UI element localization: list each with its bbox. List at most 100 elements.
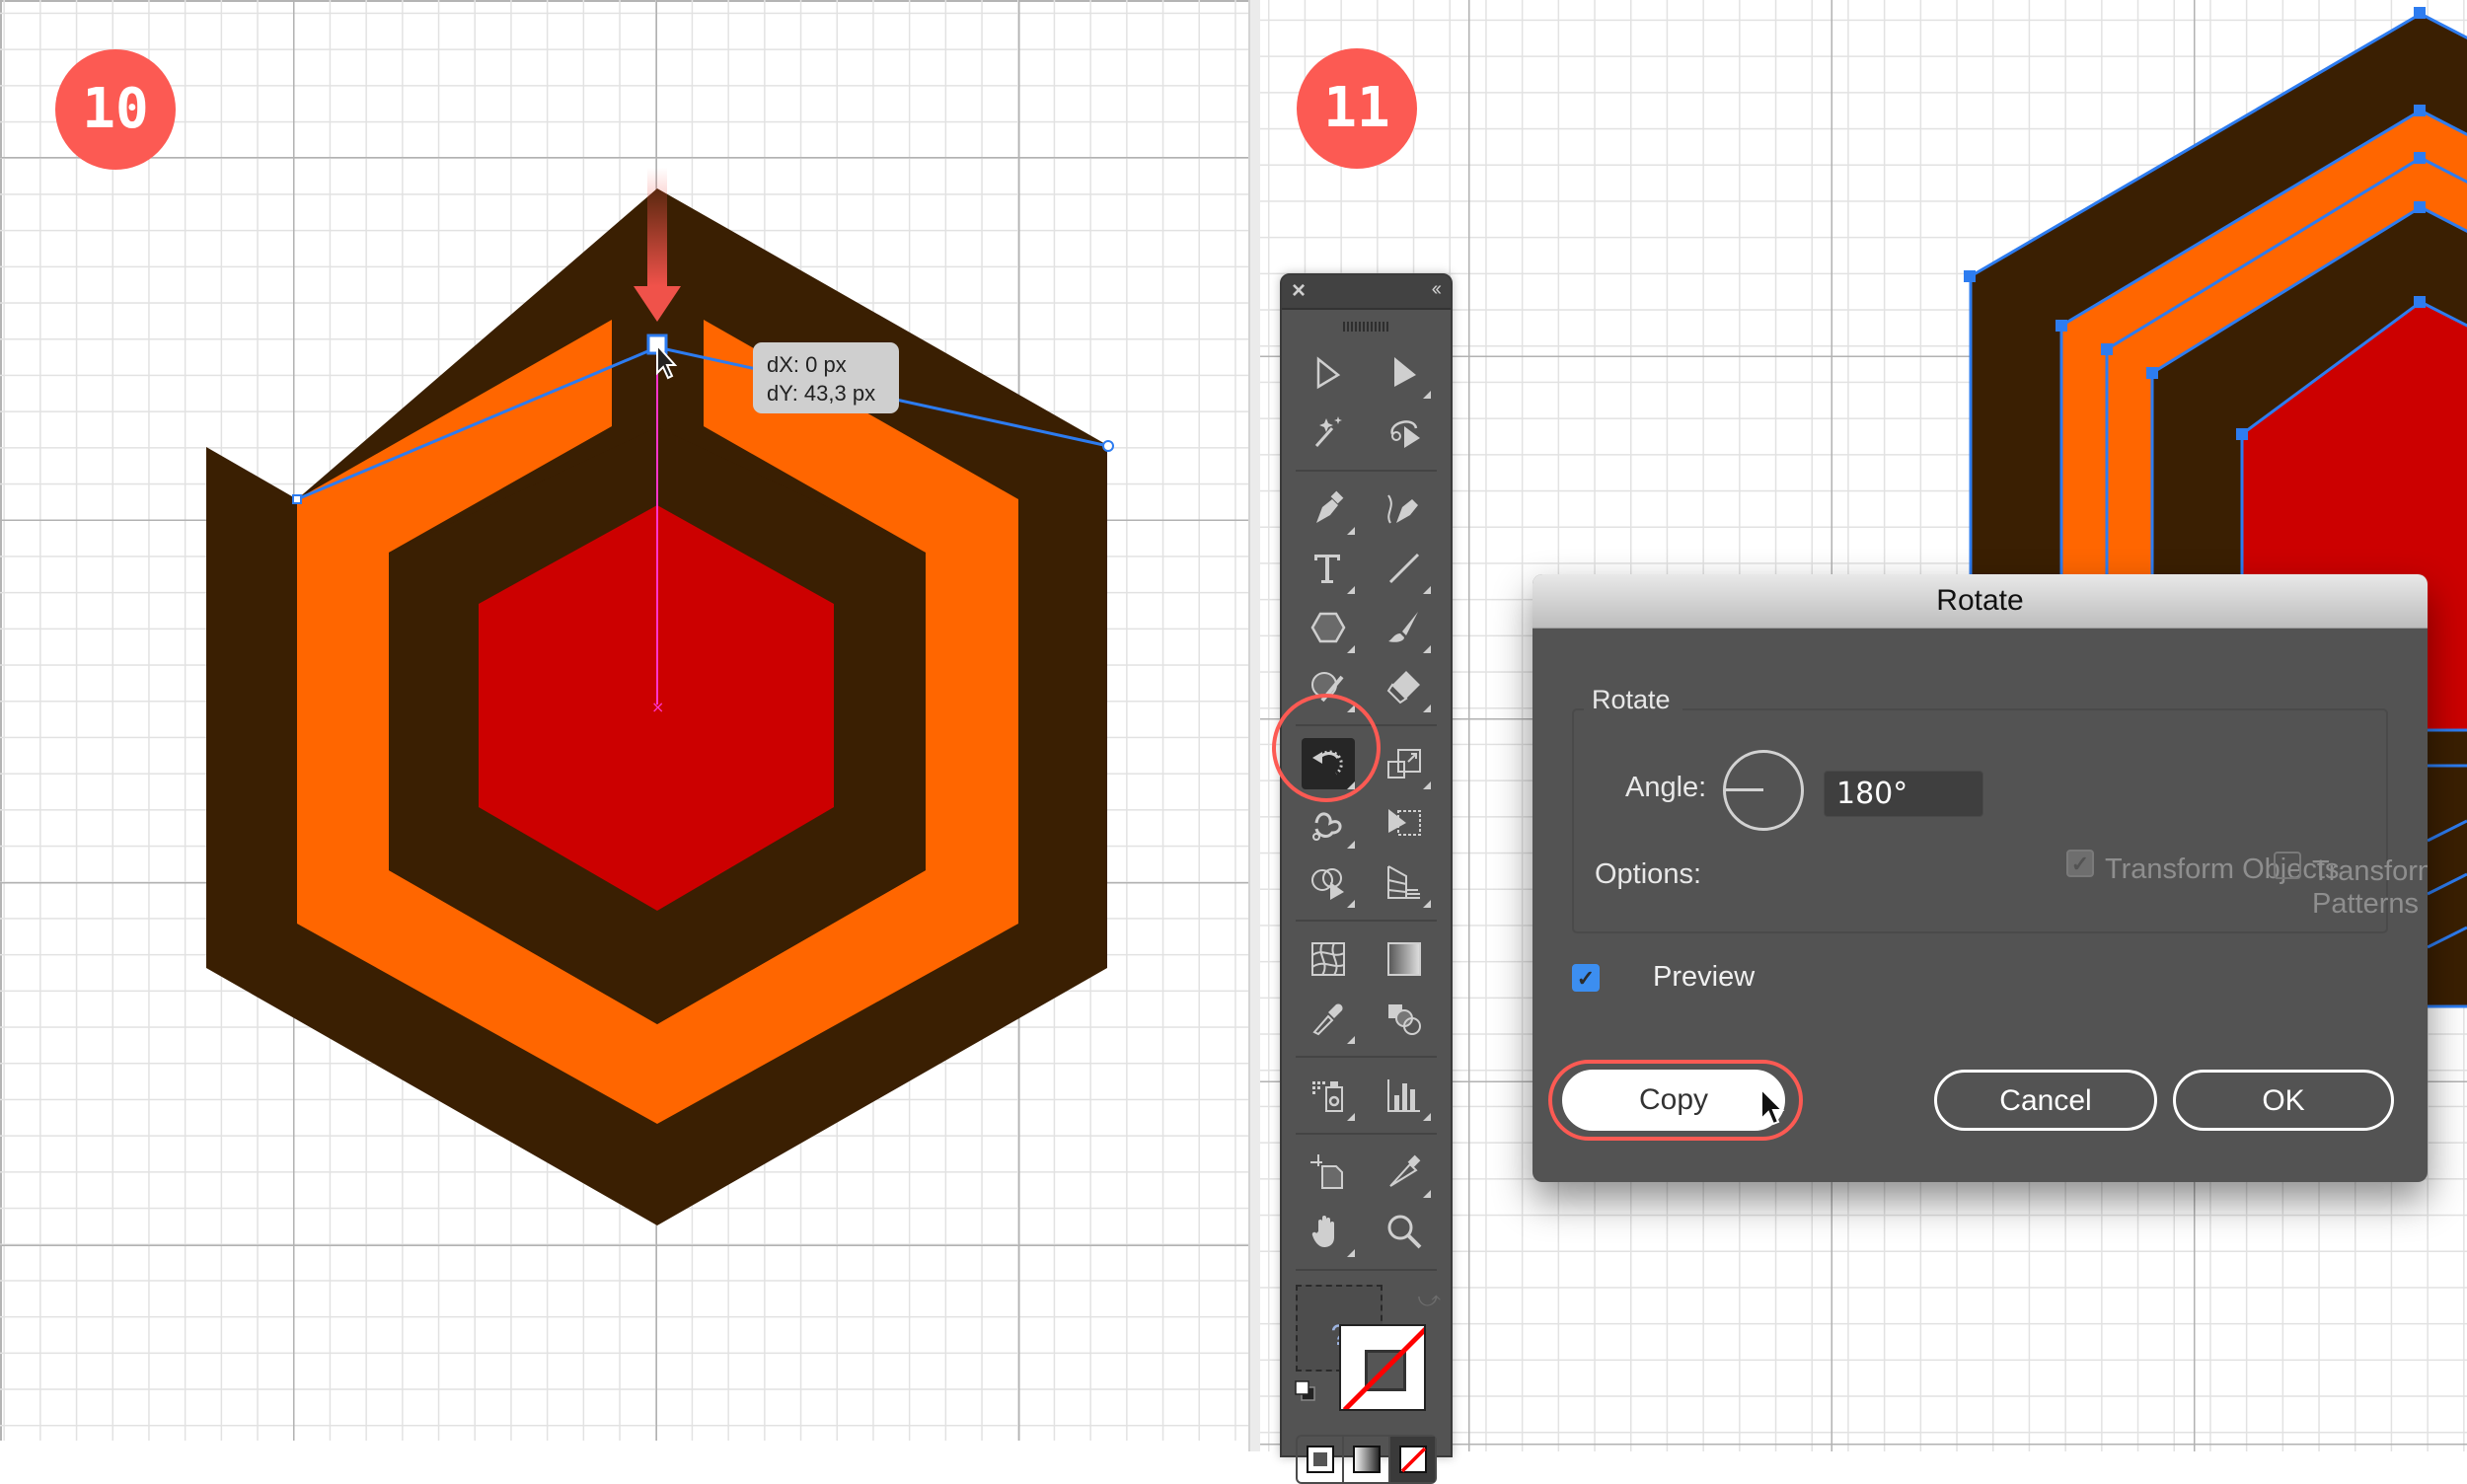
separator [1296,1056,1437,1058]
solid-color-icon [1306,1446,1334,1473]
magic-wand-icon [1314,416,1342,447]
drag-handle[interactable] [1342,322,1390,332]
gradient-mode-button[interactable] [1344,1437,1390,1482]
magnifier-icon [1387,1215,1422,1249]
copy-button[interactable]: Copy [1562,1070,1785,1131]
dialog-title[interactable]: Rotate [1533,574,2428,629]
rotate-dialog: Rotate Rotate Angle: Options: ✓ Transfor… [1533,574,2428,1182]
column-graph-icon [1387,1079,1420,1112]
type-tool[interactable] [1302,543,1355,594]
hexagon-icon [1310,612,1346,643]
perspective-grid-tool[interactable] [1378,856,1431,908]
curvature-tool[interactable] [1378,483,1431,535]
mesh-tool[interactable] [1302,933,1355,985]
slice-tool[interactable] [1378,1147,1431,1198]
collapse-icon[interactable]: ‹‹ [1432,278,1442,301]
transform-objects-label: Transform Objects [2105,853,2340,885]
magic-wand-tool[interactable] [1302,407,1355,458]
artboard-tool[interactable] [1302,1147,1355,1198]
polygon-tool[interactable] [1302,602,1355,653]
line-segment-tool[interactable] [1378,543,1431,594]
transform-objects-checkbox[interactable]: ✓ [2066,850,2094,877]
mouse-cursor-icon [1760,1087,1785,1126]
lasso-tool[interactable] [1378,407,1431,458]
gradient-swatch-icon [1352,1446,1381,1473]
free-transform-tool[interactable] [1378,797,1431,849]
gradient-tool[interactable] [1378,933,1431,985]
column-graph-tool[interactable] [1378,1070,1431,1121]
scale-icon [1387,749,1421,779]
lasso-icon [1390,420,1420,448]
rotate-group-box [1572,708,2388,933]
color-mode-button[interactable] [1298,1437,1344,1482]
shaper-tool[interactable] [1302,661,1355,712]
eraser-icon [1386,671,1420,705]
color-mode-buttons [1296,1435,1437,1484]
puppet-warp-tool[interactable] [1302,797,1355,849]
shape-builder-tool[interactable] [1302,856,1355,908]
hand-icon [1311,1216,1334,1247]
separator [1296,470,1437,472]
default-fill-stroke-icon[interactable] [1294,1379,1317,1403]
selection-arrow-icon [1316,356,1341,390]
angle-label: Angle: [1625,772,1707,803]
paintbrush-tool[interactable] [1378,602,1431,653]
panel-divider [1248,0,1260,1451]
anchor-point[interactable] [292,494,302,504]
tools-panel[interactable]: × ‹‹ ⤻ [1280,273,1453,1484]
angle-input[interactable] [1824,771,1983,817]
direct-selection-icon [1394,357,1416,387]
zoom-tool[interactable] [1378,1206,1431,1257]
perspective-grid-icon [1387,865,1420,899]
symbol-sprayer-icon [1312,1081,1343,1112]
canvas-step-10[interactable]: × 10 dX: 0 px dY: 43,3 px [0,0,1248,1451]
cancel-button[interactable]: Cancel [1934,1070,2157,1131]
ok-button[interactable]: OK [2173,1070,2394,1131]
anchor-point[interactable] [1102,440,1114,452]
eyedropper-tool[interactable] [1302,993,1355,1044]
shaper-icon [1311,672,1344,703]
artboard-grid: × [0,0,1248,1451]
pen-tool[interactable] [1302,483,1355,535]
fill-stroke-controls: ? ⤻ [1282,1281,1451,1429]
puppet-warp-icon [1312,812,1342,841]
hand-tool[interactable] [1302,1206,1355,1257]
rotate-tool[interactable] [1302,738,1355,789]
paintbrush-icon [1388,612,1418,642]
arrow-shaft [647,168,667,286]
preview-option[interactable]: ✓ Preview [1572,960,1868,1000]
angle-dial[interactable] [1723,750,1804,831]
move-delta-tooltip: dX: 0 px dY: 43,3 px [753,342,899,413]
none-mode-button[interactable] [1390,1437,1435,1482]
preview-checkbox[interactable]: ✓ [1572,964,1600,992]
shape-builder-icon [1311,868,1344,900]
artboard-icon [1310,1154,1343,1189]
free-transform-icon [1388,809,1421,836]
transform-patterns-checkbox[interactable] [2274,852,2301,879]
blend-tool[interactable] [1378,993,1431,1044]
separator [1296,920,1437,922]
blend-icon [1388,1004,1421,1035]
direct-selection-tool[interactable] [1378,347,1431,399]
stroke-swatch[interactable] [1339,1324,1426,1411]
rotate-icon [1312,750,1343,776]
scale-tool[interactable] [1378,738,1431,789]
symbol-sprayer-tool[interactable] [1302,1070,1355,1121]
center-point-marker: × [651,698,664,716]
transform-patterns-label: Transform Patterns [2312,855,2428,920]
gradient-icon [1387,942,1421,976]
selection-tool[interactable] [1302,347,1355,399]
rotate-group-label: Rotate [1584,685,1682,715]
separator [1296,1133,1437,1135]
line-icon [1388,553,1420,584]
eraser-tool[interactable] [1378,661,1431,712]
pen-icon [1316,490,1344,523]
type-icon [1314,555,1340,583]
swap-fill-stroke-icon[interactable]: ⤻ [1417,1287,1441,1312]
close-icon[interactable]: × [1292,277,1306,305]
tools-panel-header[interactable]: × ‹‹ [1282,275,1451,310]
eyedropper-icon [1312,1003,1343,1036]
mesh-icon [1311,942,1345,976]
separator [1296,1269,1437,1271]
knife-icon [1389,1154,1421,1187]
